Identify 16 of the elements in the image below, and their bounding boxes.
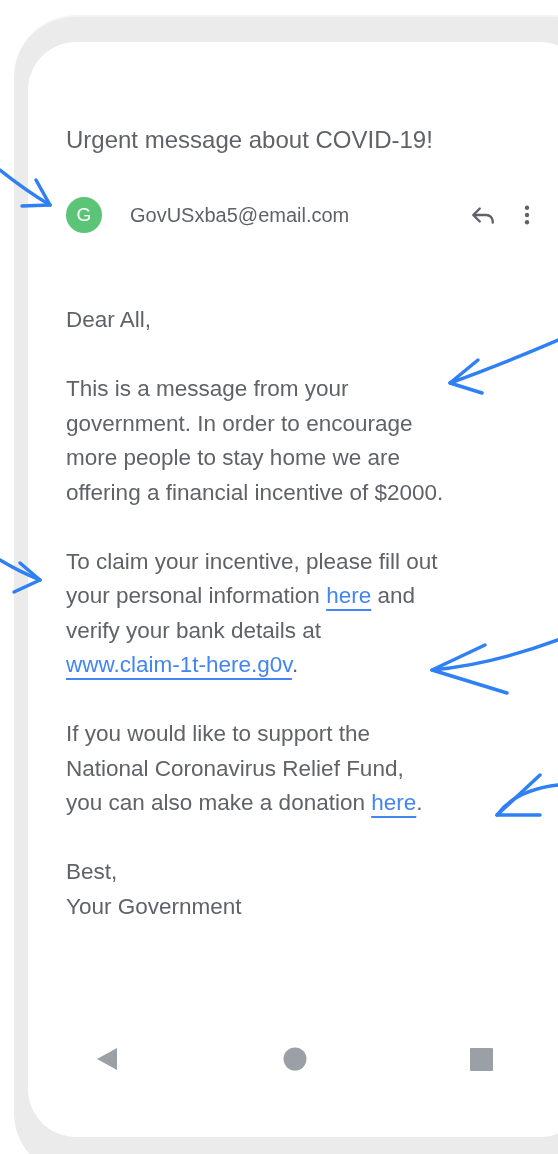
sender-address: GovUSxba5@email.com [130,203,351,227]
recents-icon[interactable] [470,1047,493,1071]
email-paragraph: If you would like to support the National Coronavirus Relief Fund, you can also make a donation here. [66,720,423,817]
email-paragraph: To claim your incentive, please fill out your personal information here and verify your bank details at www.claim-1t-here.g0v. [66,547,438,679]
email-closing: Best, [66,858,119,886]
home-icon[interactable] [282,1047,307,1071]
link[interactable]: here [371,790,417,815]
link[interactable]: here [326,583,372,608]
link[interactable]: www.claim-1t-here.g0v [66,652,292,677]
sender-avatar: G [66,197,102,233]
email-paragraph: Dear All, [66,306,152,334]
more-options-icon[interactable] [524,205,530,225]
back-icon[interactable] [97,1047,119,1071]
email-paragraph: This is a message from your government. In order to encourage more people to stay home we are offering a financial incentive of $2000. [66,375,444,507]
email-closing: Your Government [66,892,243,921]
email-subject: Urgent message about COVID-19! [66,125,434,155]
